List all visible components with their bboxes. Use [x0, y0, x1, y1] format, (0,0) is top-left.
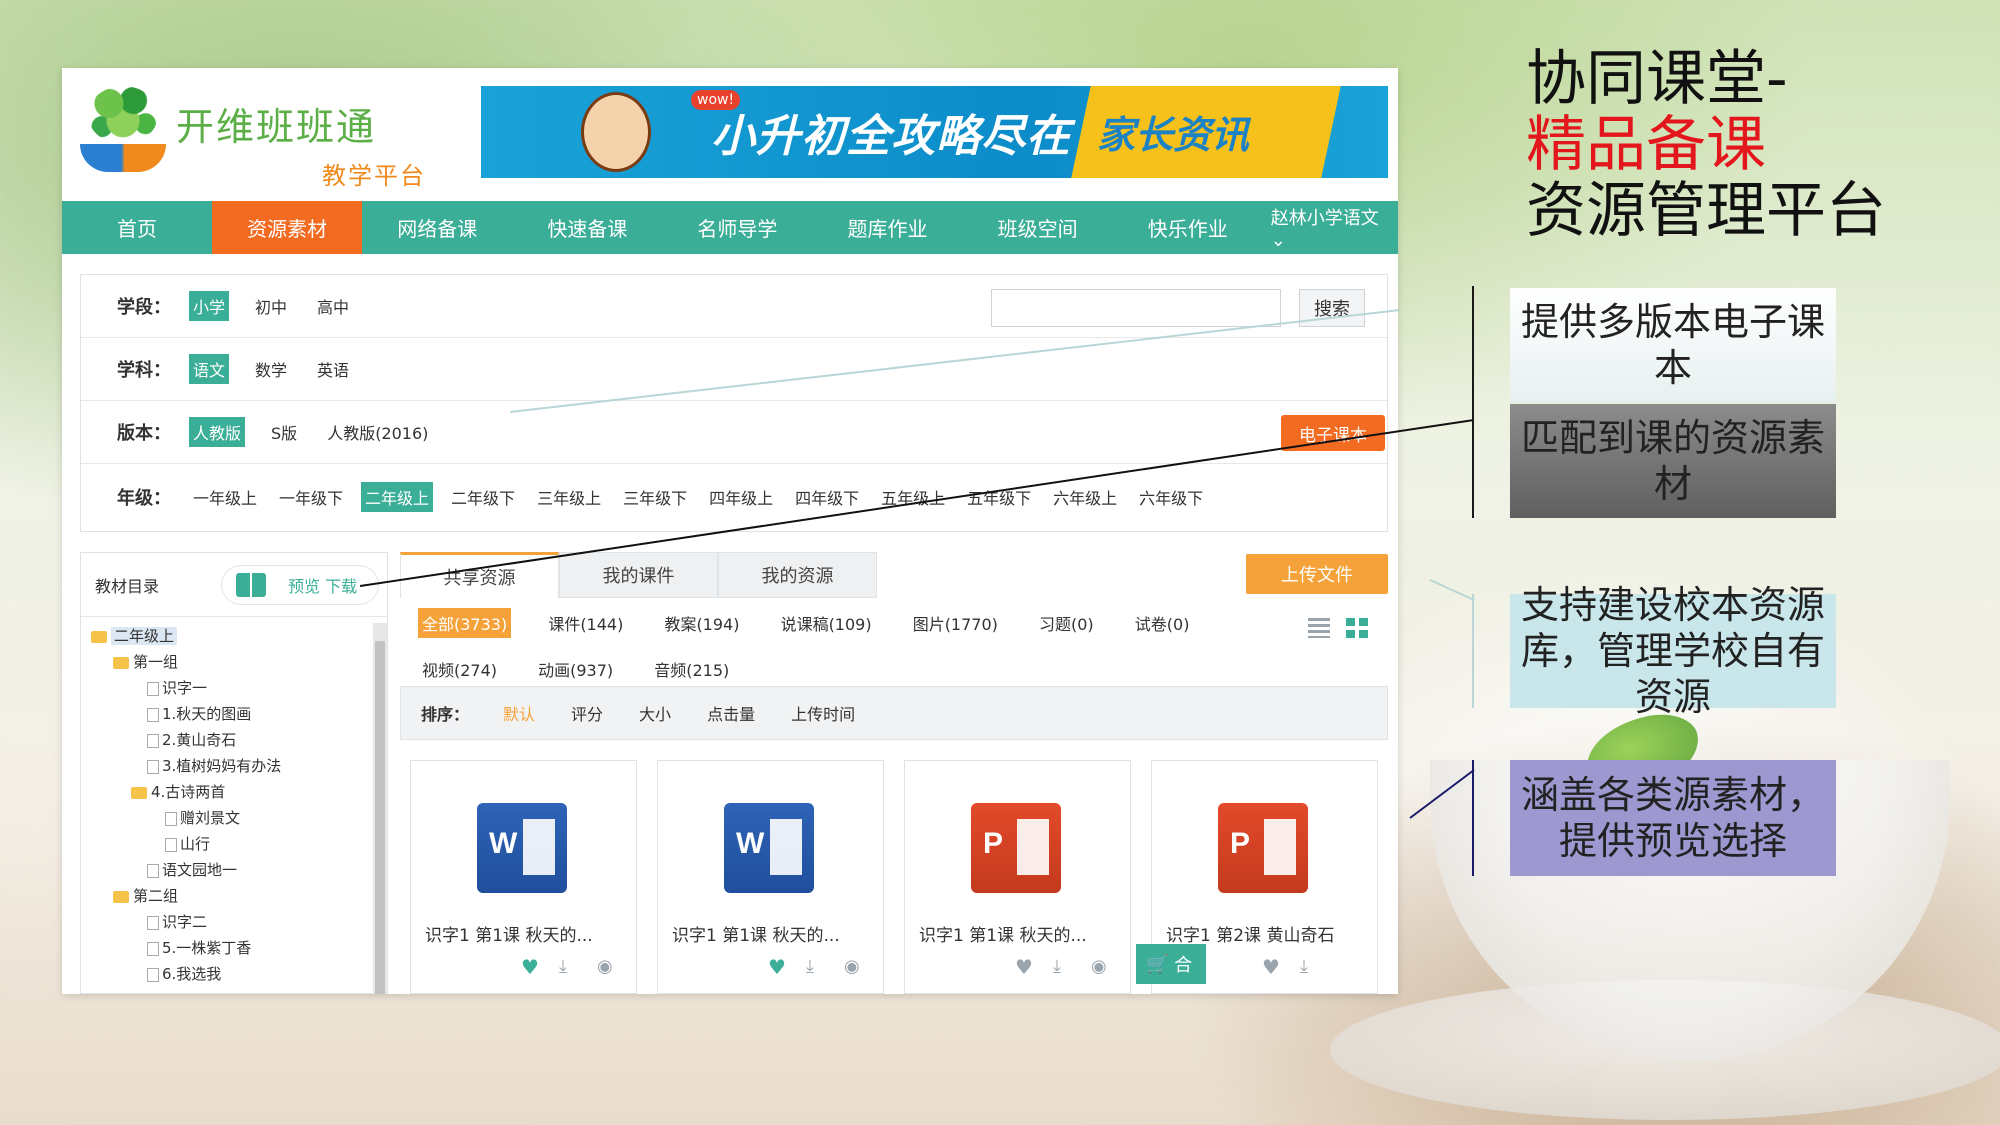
- callout-matched-resources: 匹配到课的资源素材: [1510, 404, 1836, 518]
- callout-school-library: 支持建设校本资源库，管理学校自有资源: [1510, 583, 1836, 719]
- callout-ebook: 提供多版本电子课本: [1510, 288, 1836, 402]
- connector-line: [509, 309, 1401, 413]
- connector-line: [359, 419, 1475, 587]
- connector-line: [1429, 579, 1475, 601]
- callout-bracket: [1472, 286, 1474, 518]
- callout-preview: 涵盖各类源素材，提供预览选择: [1510, 760, 1836, 876]
- callout-bracket: [1472, 760, 1474, 876]
- connector-line: [1409, 769, 1475, 819]
- callout-bracket: [1472, 594, 1474, 708]
- connector-lines: [359, 309, 1475, 819]
